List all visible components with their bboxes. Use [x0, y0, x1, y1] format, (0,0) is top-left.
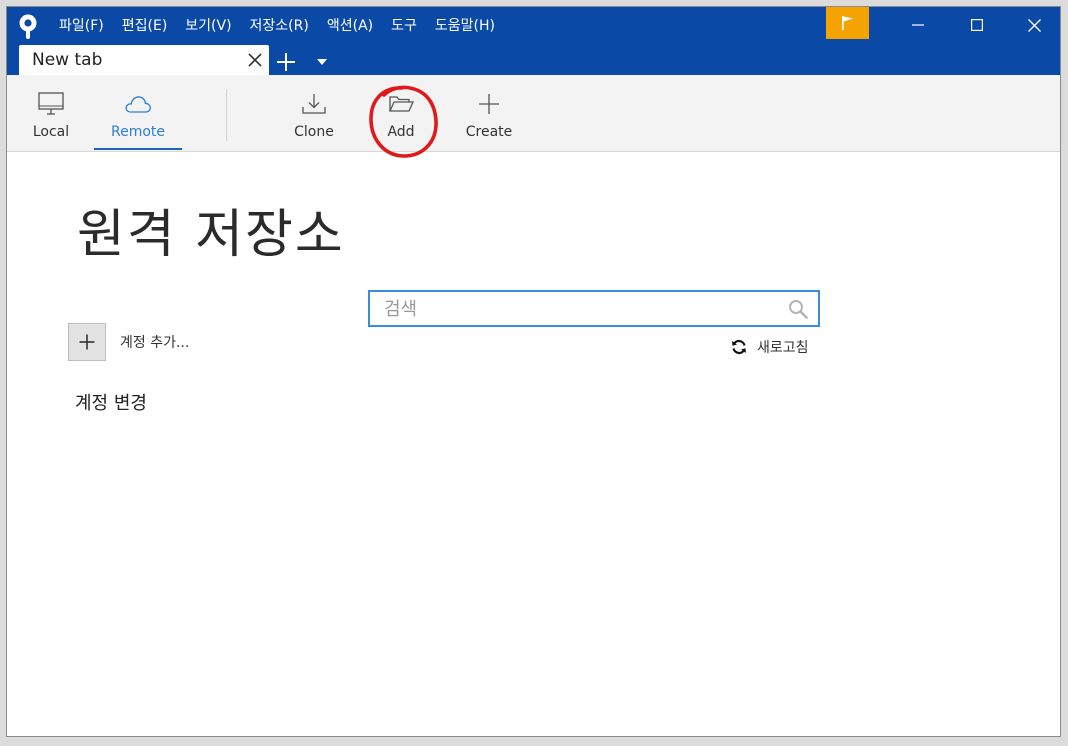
toolbar: Local Remote Clone Add Create: [7, 75, 1060, 152]
minimize-icon: [912, 24, 924, 26]
menu-edit[interactable]: 편집(E): [122, 16, 176, 36]
remote-button[interactable]: Remote: [94, 75, 182, 150]
refresh-label: 새로고침: [757, 340, 809, 356]
refresh-icon: [732, 339, 746, 355]
minimize-button[interactable]: [891, 7, 945, 43]
tab-close-icon[interactable]: [247, 52, 263, 68]
menu-file[interactable]: 파일(F): [59, 16, 112, 36]
add-account-label[interactable]: 계정 추가...: [120, 334, 189, 352]
flag-icon: [841, 16, 853, 30]
menu-view[interactable]: 보기(V): [185, 16, 239, 36]
clone-label: Clone: [294, 124, 334, 140]
local-label: Local: [32, 124, 70, 140]
download-icon: [302, 94, 326, 114]
app-logo-icon[interactable]: [17, 14, 39, 40]
menu-repository[interactable]: 저장소(R): [250, 16, 317, 36]
new-tab-plus-icon[interactable]: [275, 51, 297, 73]
plus-icon: [79, 334, 95, 350]
flag-button[interactable]: [826, 7, 869, 39]
add-label: Add: [387, 124, 415, 140]
title-bar: 파일(F) 편집(E) 보기(V) 저장소(R) 액션(A) 도구 도움말(H): [7, 7, 1060, 75]
monitor-icon: [38, 92, 64, 115]
maximize-icon: [971, 19, 983, 31]
add-account-button[interactable]: [68, 323, 106, 361]
tab-dropdown-icon[interactable]: [316, 57, 328, 67]
create-button[interactable]: Create: [459, 75, 519, 151]
search-box[interactable]: [368, 290, 820, 327]
clone-button[interactable]: Clone: [285, 75, 343, 151]
search-icon[interactable]: [788, 299, 808, 319]
page-title: 원격 저장소: [77, 205, 345, 265]
tab-new-tab[interactable]: New tab: [19, 45, 269, 75]
toolbar-divider: [226, 89, 227, 141]
add-button[interactable]: Add: [375, 75, 427, 151]
app-window: 파일(F) 편집(E) 보기(V) 저장소(R) 액션(A) 도구 도움말(H): [6, 6, 1061, 737]
menu-help[interactable]: 도움말(H): [435, 16, 503, 36]
maximize-button[interactable]: [950, 7, 1004, 43]
cloud-icon: [125, 96, 151, 113]
menu-bar: 파일(F) 편집(E) 보기(V) 저장소(R) 액션(A) 도구 도움말(H): [59, 16, 513, 36]
close-icon: [1027, 18, 1041, 32]
remote-label: Remote: [110, 124, 166, 140]
menu-actions[interactable]: 액션(A): [327, 16, 381, 36]
search-input[interactable]: [384, 296, 774, 322]
local-button[interactable]: Local: [21, 75, 81, 151]
refresh-button[interactable]: 새로고침: [731, 337, 809, 357]
tab-label: New tab: [32, 50, 103, 70]
folder-open-icon: [388, 96, 414, 112]
change-account-link[interactable]: 계정 변경: [75, 392, 147, 416]
close-button[interactable]: [1007, 7, 1060, 43]
menu-tools[interactable]: 도구: [391, 16, 425, 36]
create-label: Create: [465, 124, 513, 140]
plus-icon: [479, 94, 499, 114]
